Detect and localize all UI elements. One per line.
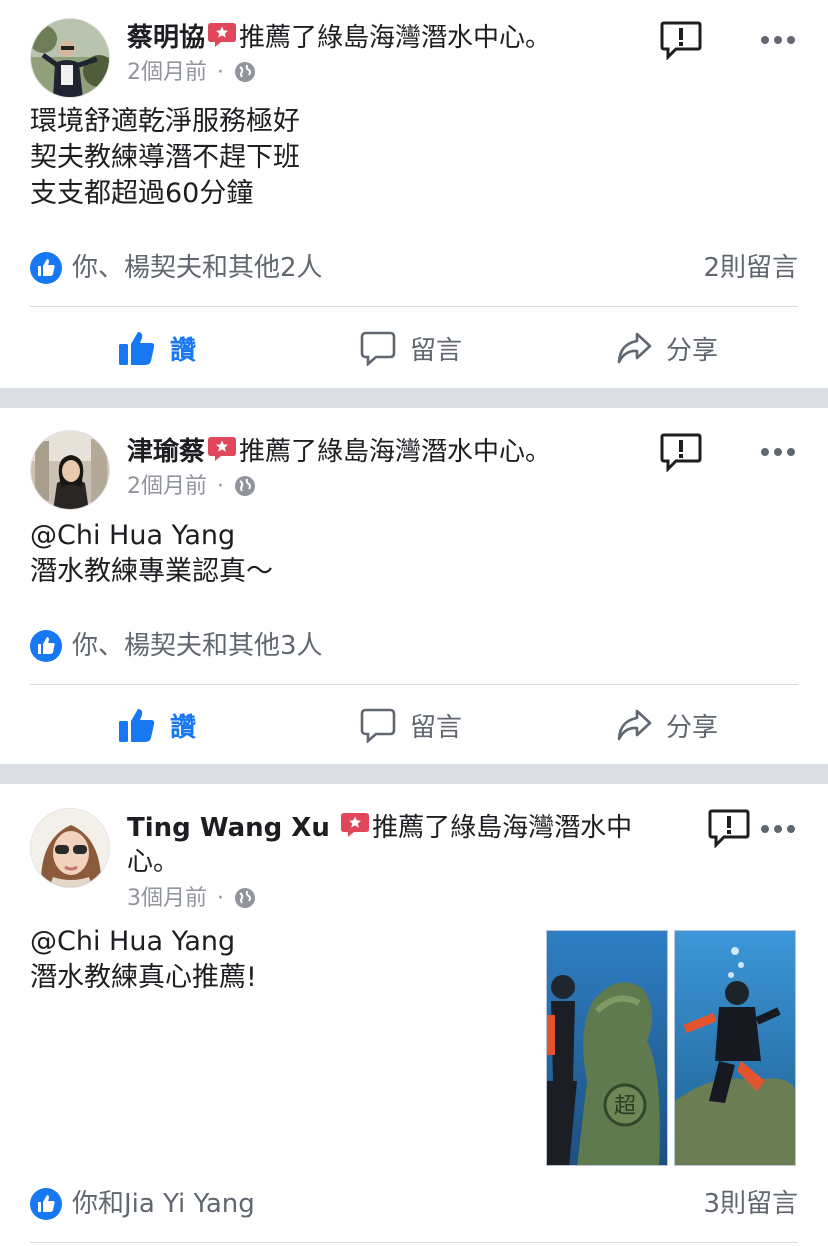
more-icon[interactable] (760, 821, 796, 835)
comment-icon (360, 331, 396, 366)
likes-summary[interactable]: 你、楊契夫和其他2人 2則留言 (30, 248, 798, 288)
recommend-text[interactable]: 推薦了綠島海灣潛水中心。 (239, 23, 551, 53)
review-post-3: Ting Wang Xu 推薦了綠島海灣潛水中 心。 3個月前 · @Chi Hu… (0, 784, 828, 1246)
more-icon[interactable] (760, 444, 796, 458)
like-reaction-icon (30, 630, 62, 662)
author-avatar[interactable] (30, 430, 110, 510)
share-button[interactable]: 分享 (616, 318, 718, 378)
comment-button[interactable]: 留言 (360, 318, 462, 378)
post-time[interactable]: 2個月前 (127, 60, 207, 85)
likes-summary[interactable]: 你和Jia Yi Yang 3則留言 (30, 1184, 798, 1224)
report-icon[interactable] (660, 432, 702, 473)
post-meta: 2個月前 · (127, 58, 256, 88)
globe-icon (234, 475, 256, 497)
likes-text[interactable]: 你、楊契夫和其他3人 (72, 626, 323, 666)
post-body: 環境舒適乾淨服務極好 契夫教練導潛不趕下班 支支都超過60分鐘 (30, 106, 300, 209)
share-icon (617, 332, 652, 364)
comment-label: 留言 (410, 335, 463, 366)
diver-with-statue-photo[interactable]: 超 (546, 930, 668, 1166)
globe-icon (234, 887, 256, 909)
like-button[interactable]: 讚 (118, 695, 196, 755)
thumbs-up-icon (119, 332, 155, 365)
comment-button[interactable]: 留言 (360, 695, 462, 755)
author-name[interactable]: 津瑜蔡 (127, 437, 205, 467)
like-button[interactable]: 讚 (118, 318, 196, 378)
post-header-wrap: 心。 (127, 844, 179, 880)
svg-text:超: 超 (614, 1094, 636, 1119)
review-post-1: 蔡明協 推薦了綠島海灣潛水中心。 2個月前 · 環境舒適乾淨服務極好 契夫教練導潛不… (0, 0, 828, 388)
like-label: 讚 (170, 335, 197, 366)
author-avatar[interactable] (30, 808, 110, 888)
recommend-badge-icon (207, 22, 237, 48)
post-header: Ting Wang Xu 推薦了綠島海灣潛水中 (127, 810, 632, 846)
divider (30, 1242, 798, 1243)
more-icon[interactable] (760, 32, 796, 46)
divider (30, 306, 798, 307)
like-reaction-icon (30, 1188, 62, 1220)
comments-count[interactable]: 2則留言 (703, 248, 798, 288)
likes-text[interactable]: 你和Jia Yi Yang (72, 1184, 255, 1224)
comment-label: 留言 (410, 712, 463, 743)
like-label: 讚 (170, 712, 197, 743)
like-reaction-icon (30, 252, 62, 284)
comment-icon (360, 708, 396, 743)
likes-text[interactable]: 你、楊契夫和其他2人 (72, 248, 323, 288)
post-body: @Chi Hua Yang 潛水教練真心推薦! (30, 926, 257, 993)
recommend-text[interactable]: 推薦了綠島海灣潛水中 (372, 813, 632, 843)
globe-icon (234, 61, 256, 83)
share-button[interactable]: 分享 (616, 695, 718, 755)
post-separator (0, 764, 828, 784)
post-meta: 3個月前 · (127, 884, 256, 914)
share-label: 分享 (666, 335, 719, 366)
thumbs-up-icon (119, 709, 155, 742)
photo-grid: 超 (546, 930, 798, 1168)
recommend-badge-icon (340, 812, 370, 838)
recommend-text[interactable]: 推薦了綠島海灣潛水中心。 (239, 437, 551, 467)
report-icon[interactable] (708, 808, 750, 849)
comments-count[interactable]: 3則留言 (703, 1184, 798, 1224)
divider (30, 684, 798, 685)
recommend-badge-icon (207, 436, 237, 462)
post-time[interactable]: 2個月前 (127, 474, 207, 499)
post-separator (0, 388, 828, 408)
action-bar: 讚 留言 分享 (0, 695, 828, 755)
author-name[interactable]: Ting Wang Xu (127, 813, 330, 843)
post-time[interactable]: 3個月前 (127, 886, 207, 911)
post-header: 津瑜蔡 推薦了綠島海灣潛水中心。 (127, 434, 551, 470)
share-label: 分享 (666, 712, 719, 743)
post-header: 蔡明協 推薦了綠島海灣潛水中心。 (127, 20, 551, 56)
post-body: @Chi Hua Yang 潛水教練專業認真～ (30, 520, 273, 587)
author-avatar[interactable] (30, 18, 110, 98)
share-icon (617, 709, 652, 741)
diver-near-rock-photo[interactable] (674, 930, 796, 1166)
recommend-text-cont[interactable]: 心。 (127, 847, 179, 877)
report-icon[interactable] (660, 20, 702, 61)
review-post-2: 津瑜蔡 推薦了綠島海灣潛水中心。 2個月前 · @Chi Hua Yang 潛水教練… (0, 408, 828, 764)
author-name[interactable]: 蔡明協 (127, 23, 205, 53)
likes-summary[interactable]: 你、楊契夫和其他3人 (30, 626, 798, 666)
action-bar: 讚 留言 分享 (0, 318, 828, 378)
post-meta: 2個月前 · (127, 472, 256, 502)
